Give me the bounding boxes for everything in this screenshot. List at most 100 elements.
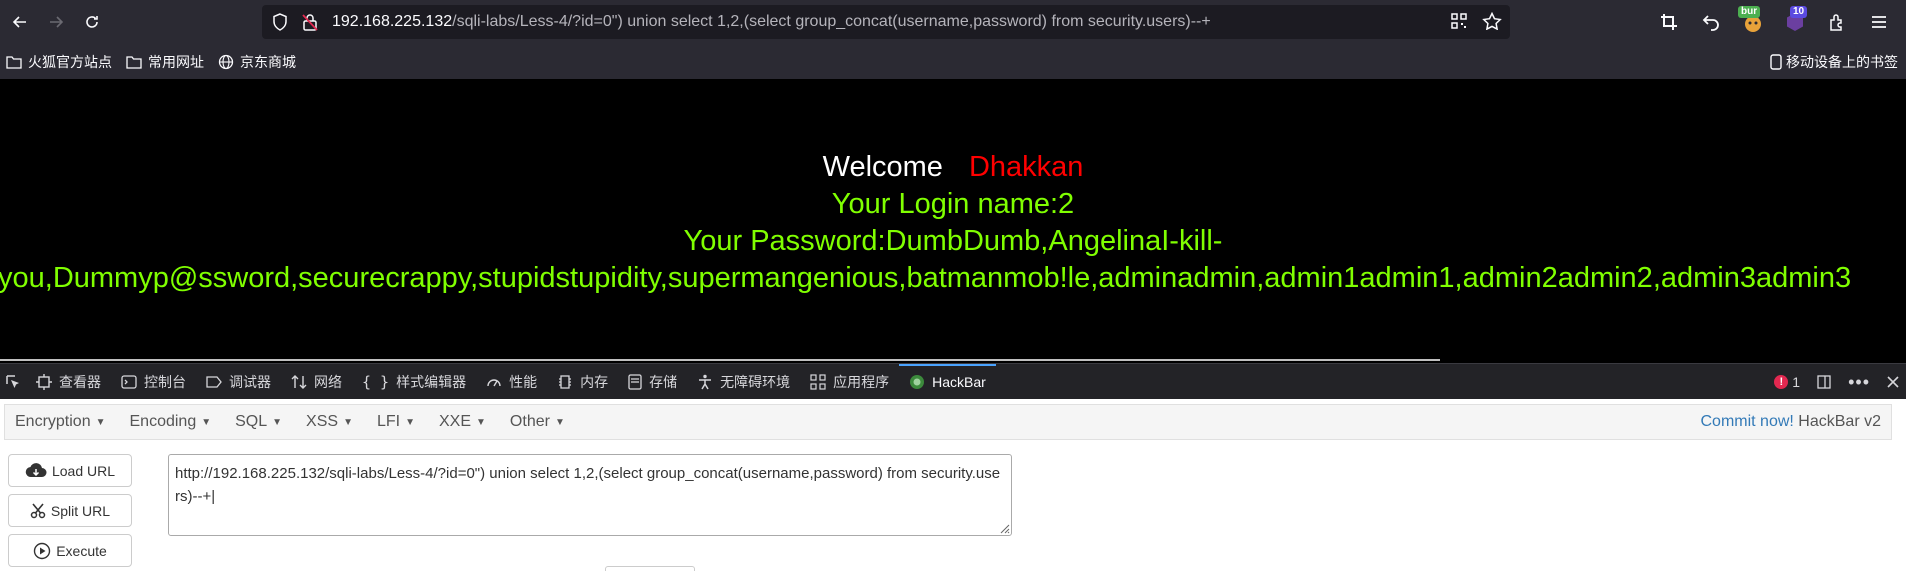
login-name-line: Your Login name:2 <box>831 188 1075 220</box>
tab-label: 调试器 <box>229 373 271 390</box>
screenshot-icon[interactable] <box>1652 5 1686 39</box>
hackbar-icon <box>910 374 925 389</box>
globe-icon <box>218 54 234 69</box>
welcome-line: Welcome Dhakkan <box>0 151 1906 184</box>
error-icon: ! <box>1774 375 1789 389</box>
back-arrow-icon <box>12 16 26 28</box>
inspector-icon <box>36 373 52 390</box>
menu-other[interactable]: Other ▼ <box>510 413 565 431</box>
menu-label: XSS <box>306 413 339 430</box>
devtools-tab-bar: 查看器 控制台 调试器 网络 { } 样式编辑器 性能 内存 存储 无障碍环境 … <box>0 363 1906 400</box>
tab-label: 内存 <box>580 373 609 390</box>
debugger-icon <box>206 375 222 388</box>
tab-inspector[interactable]: 查看器 <box>26 364 111 400</box>
element-picker-button[interactable] <box>0 364 26 400</box>
memory-chip-icon <box>559 374 572 389</box>
tab-accessibility[interactable]: 无障碍环境 <box>687 364 800 400</box>
menu-encryption[interactable]: Encryption ▼ <box>15 413 106 431</box>
menu-xxe[interactable]: XXE ▼ <box>439 413 486 431</box>
tab-console[interactable]: 控制台 <box>111 364 196 400</box>
folder-icon <box>126 55 142 69</box>
menu-label: Encryption <box>15 413 91 430</box>
tab-memory[interactable]: 内存 <box>547 364 618 400</box>
network-icon <box>291 374 307 389</box>
menu-hamburger-icon[interactable] <box>1862 5 1896 39</box>
bookmark-star-icon[interactable] <box>1482 12 1502 30</box>
mobile-bookmarks[interactable]: 移动设备上的书签 <box>1770 52 1898 72</box>
menu-lfi[interactable]: LFI ▼ <box>377 413 415 431</box>
hackbar-actions: Load URL Split URL Execute <box>8 454 132 567</box>
close-icon[interactable] <box>1886 375 1900 389</box>
forward-arrow-icon <box>50 16 64 28</box>
tab-label: 应用程序 <box>833 373 890 390</box>
button-label: Execute <box>56 542 107 559</box>
extensions-icon[interactable] <box>1820 5 1854 39</box>
url-host: 192.168.225.132 <box>332 13 453 30</box>
play-circle-icon <box>34 542 51 559</box>
split-url-button[interactable]: Split URL <box>8 494 132 527</box>
tab-network[interactable]: 网络 <box>281 364 352 400</box>
bur-badge: bur <box>1738 6 1761 18</box>
url-input-value: http://192.168.225.132/sqli-labs/Less-4/… <box>175 465 1001 505</box>
console-icon <box>121 374 137 389</box>
bookmark-jd[interactable]: 京东商城 <box>218 52 296 72</box>
reload-icon <box>86 16 98 28</box>
forward-button[interactable] <box>38 4 74 40</box>
caret-down-icon: ▼ <box>476 416 486 428</box>
menu-xss[interactable]: XSS ▼ <box>306 413 353 431</box>
tab-label: 存储 <box>649 373 678 390</box>
reload-button[interactable] <box>74 4 110 40</box>
browser-toolbar: 192.168.225.132/sqli-labs/Less-4/?id=0")… <box>0 0 1906 44</box>
error-counter[interactable]: ! 1 <box>1774 374 1800 390</box>
resize-handle-icon[interactable] <box>998 522 1010 534</box>
hackbar-url-input[interactable]: http://192.168.225.132/sqli-labs/Less-4/… <box>168 454 1012 536</box>
tab-label: 查看器 <box>59 373 101 390</box>
dock-toggle-icon[interactable] <box>1816 374 1832 390</box>
load-url-button[interactable]: Load URL <box>8 454 132 487</box>
folder-icon <box>6 55 22 69</box>
text-cursor: | <box>211 488 216 505</box>
bookmark-common-sites[interactable]: 常用网址 <box>126 52 204 72</box>
tab-hackbar[interactable]: HackBar <box>899 363 996 400</box>
commit-link[interactable]: Commit now! <box>1701 413 1794 430</box>
mobile-device-icon <box>1770 54 1782 70</box>
scissors-icon <box>30 502 46 518</box>
menu-sql[interactable]: SQL ▼ <box>235 413 282 431</box>
url-text[interactable]: 192.168.225.132/sqli-labs/Less-4/?id=0")… <box>332 13 1452 31</box>
caret-down-icon: ▼ <box>95 416 106 428</box>
tab-label: 无障碍环境 <box>720 373 791 390</box>
caret-down-icon: ▼ <box>272 416 283 428</box>
tab-application[interactable]: 应用程序 <box>800 364 899 400</box>
tab-storage[interactable]: 存储 <box>618 364 687 400</box>
burp-extension-icon[interactable]: bur <box>1736 5 1770 39</box>
welcome-text: Welcome <box>822 151 943 183</box>
caret-down-icon: ▼ <box>405 416 415 428</box>
menu-label: Encoding <box>129 413 197 430</box>
hackbar-menubar: Encryption ▼ Encoding ▼ SQL ▼ XSS ▼ LFI ▼ XXE… <box>4 404 1892 440</box>
bookmark-firefox-site[interactable]: 火狐官方站点 <box>6 52 112 72</box>
bookmarks-bar: 火狐官方站点 常用网址 京东商城 移动设备上的书签 <box>0 44 1906 79</box>
tab-label: HackBar <box>932 373 986 390</box>
tab-style-editor[interactable]: { } 样式编辑器 <box>352 364 476 400</box>
caret-down-icon: ▼ <box>554 416 565 428</box>
version-label: HackBar v2 <box>1793 413 1881 430</box>
url-bar[interactable]: 192.168.225.132/sqli-labs/Less-4/?id=0")… <box>262 5 1510 39</box>
back-button[interactable] <box>2 4 38 40</box>
menu-encoding[interactable]: Encoding ▼ <box>130 413 212 431</box>
qr-code-icon[interactable] <box>1450 12 1468 30</box>
tab-label: 性能 <box>509 373 538 390</box>
tab-label: 样式编辑器 <box>396 373 467 390</box>
count-badge: 10 <box>1790 6 1808 18</box>
insecure-lock-icon[interactable] <box>302 13 318 31</box>
button-label: Load URL <box>51 462 116 479</box>
tab-performance[interactable]: 性能 <box>476 364 547 400</box>
menu-label: LFI <box>376 413 401 430</box>
extension-counter-icon[interactable]: 10 <box>1778 5 1812 39</box>
password-line-continued: you,Dummyp@ssword,securecrappy,stupidstu… <box>0 262 1852 294</box>
hackbar-panel: Encryption ▼ Encoding ▼ SQL ▼ XSS ▼ LFI ▼ XXE… <box>0 399 1906 571</box>
undo-icon[interactable] <box>1694 5 1728 39</box>
more-options-icon[interactable]: ••• <box>1848 372 1870 393</box>
execute-button[interactable]: Execute <box>8 534 132 567</box>
application-grid-icon <box>810 373 826 390</box>
tab-debugger[interactable]: 调试器 <box>196 364 281 400</box>
